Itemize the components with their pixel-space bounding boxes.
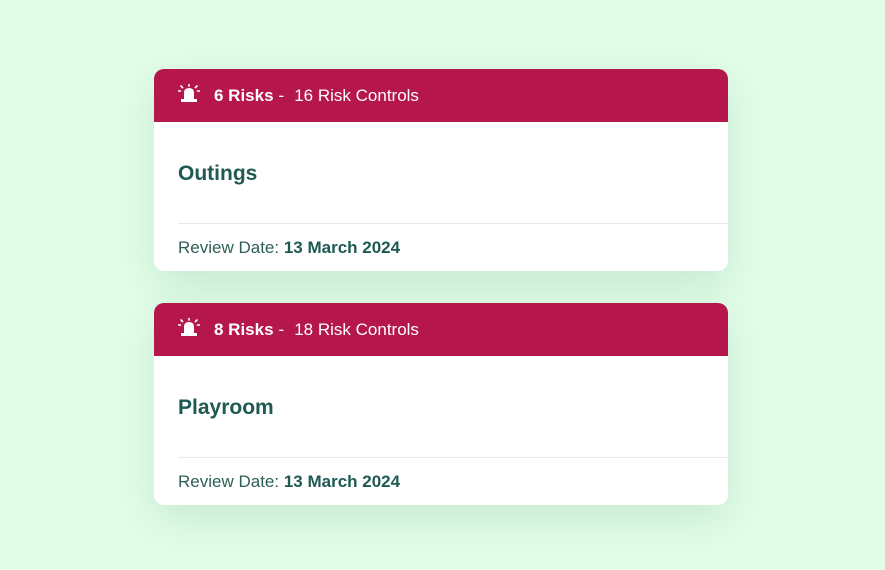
alarm-siren-icon [177, 82, 201, 102]
risk-controls-count: 18 Risk Controls [294, 319, 419, 339]
header-separator: - [278, 85, 285, 105]
review-date-value: 13 March 2024 [283, 472, 401, 491]
review-date-label: Review Date: [178, 238, 280, 257]
review-date-value: 13 March 2024 [283, 238, 401, 257]
divider [178, 457, 728, 458]
risks-count: 6 Risks [214, 85, 274, 105]
review-date-label: Review Date: [178, 472, 280, 491]
card-title[interactable]: Outings [178, 162, 257, 186]
header-separator: - [278, 319, 285, 339]
risk-controls-count: 16 Risk Controls [294, 85, 419, 105]
review-date-row: Review Date: 13 March 2024 [178, 472, 400, 492]
review-date-row: Review Date: 13 March 2024 [178, 238, 400, 258]
alarm-siren-icon [177, 316, 201, 336]
risks-count: 8 Risks [214, 319, 274, 339]
risk-assessment-card[interactable]: 6 Risks - 16 Risk Controls Outings Revie… [154, 69, 728, 271]
divider [178, 223, 728, 224]
card-header: 6 Risks - 16 Risk Controls [154, 69, 728, 122]
card-header: 8 Risks - 18 Risk Controls [154, 303, 728, 356]
card-title[interactable]: Playroom [178, 396, 274, 420]
risk-assessment-card[interactable]: 8 Risks - 18 Risk Controls Playroom Revi… [154, 303, 728, 505]
